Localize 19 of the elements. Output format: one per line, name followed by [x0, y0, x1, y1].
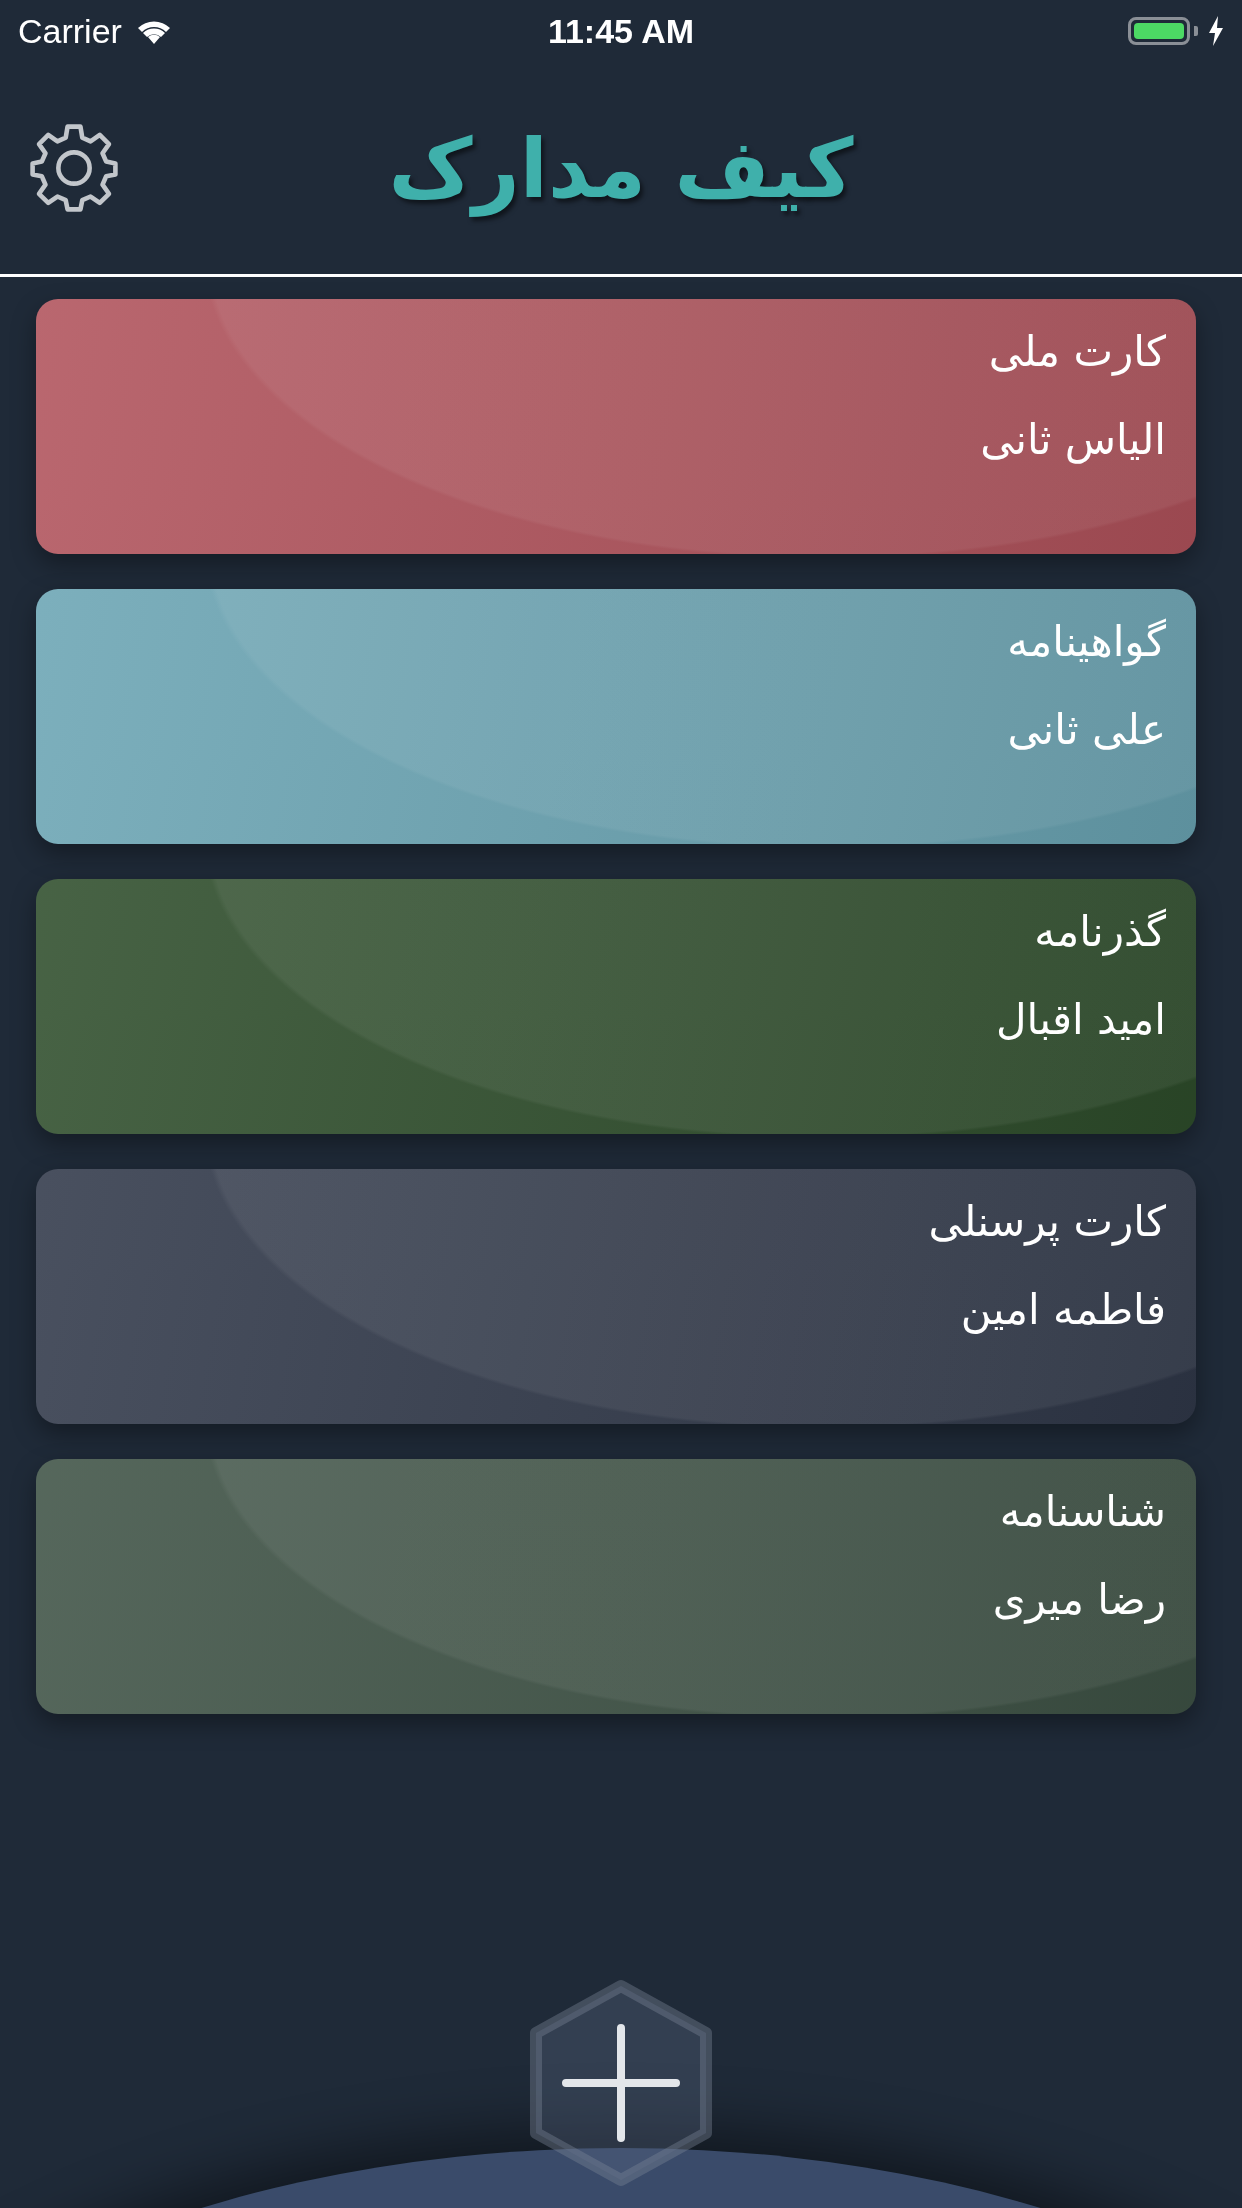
holder-name: علی ثانی: [1007, 705, 1167, 756]
document-card[interactable]: گذرنامه امید اقبال: [36, 879, 1196, 1134]
carrier-name: Carrier: [18, 11, 122, 51]
settings-icon[interactable]: [28, 122, 120, 214]
card-title: شناسنامه: [999, 1487, 1167, 1538]
card-title: گواهینامه: [1007, 617, 1167, 668]
holder-name: فاطمه امین: [960, 1285, 1167, 1336]
card-title: کارت پرسنلی: [928, 1197, 1167, 1248]
holder-name: امید اقبال: [996, 995, 1167, 1046]
document-card[interactable]: شناسنامه رضا میری: [36, 1459, 1196, 1714]
card-title: کارت ملی: [988, 327, 1167, 378]
holder-name: الیاس ثانی: [980, 415, 1167, 466]
document-card[interactable]: کارت پرسنلی فاطمه امین: [36, 1169, 1196, 1424]
battery-icon: [1128, 17, 1190, 45]
app-logo: کیف مدارک: [387, 120, 855, 216]
document-card[interactable]: کارت ملی الیاس ثانی: [36, 299, 1196, 554]
card-title: گذرنامه: [1034, 907, 1167, 958]
status-time: 11:45 AM: [547, 11, 695, 51]
holder-name: رضا میری: [992, 1575, 1167, 1626]
